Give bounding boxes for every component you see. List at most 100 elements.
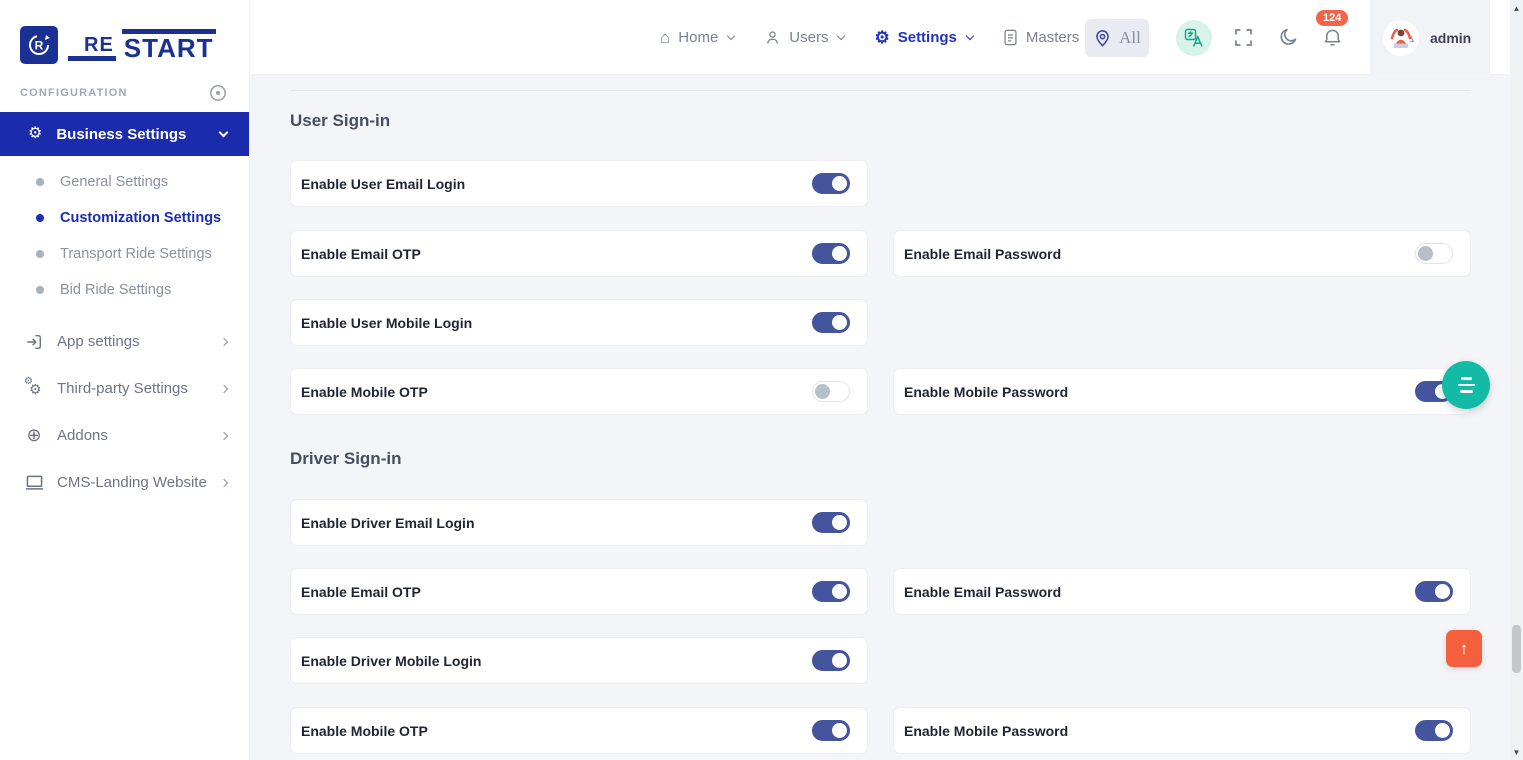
- user-menu[interactable]: admin: [1370, 0, 1490, 75]
- brand-wordmark: RE START: [68, 29, 216, 61]
- sidebar-item-label: General Settings: [60, 174, 168, 190]
- gear-icon: ⚙: [874, 29, 889, 46]
- toggle-switch[interactable]: [812, 312, 850, 333]
- sidebar-item-general-settings[interactable]: General Settings: [0, 164, 249, 200]
- sidebar-item-customization-settings[interactable]: Customization Settings: [0, 200, 249, 236]
- toggle-switch[interactable]: [1415, 581, 1453, 602]
- third-party-icon: ⚙⚙: [24, 379, 44, 399]
- toggle-switch[interactable]: [812, 650, 850, 671]
- settings-row: Enable User Email Login: [290, 160, 1471, 207]
- language-switcher-button[interactable]: [1176, 20, 1212, 56]
- sidebar-item-cms-landing-website[interactable]: CMS-Landing Website: [0, 459, 249, 506]
- toggle-knob: [832, 584, 847, 599]
- chevron-right-icon: [220, 431, 228, 439]
- toggle-knob: [832, 176, 847, 191]
- toggle-knob: [832, 723, 847, 738]
- toggle-switch[interactable]: [812, 243, 850, 264]
- setting-card: Enable User Email Login: [290, 160, 868, 207]
- setting-label: Enable User Mobile Login: [301, 315, 472, 331]
- chevron-right-icon: [220, 478, 228, 486]
- toggle-switch[interactable]: [812, 720, 850, 741]
- brand-prefix: RE: [68, 35, 116, 61]
- toggle-knob: [1435, 723, 1450, 738]
- setting-card: Enable Driver Email Login: [290, 499, 868, 546]
- setting-card: Enable Mobile Password: [893, 368, 1471, 415]
- setting-card: Enable Email OTP: [290, 230, 868, 277]
- nav-home[interactable]: ⌂ Home: [660, 29, 734, 46]
- sidebar-item-app-settings[interactable]: App settings: [0, 318, 249, 365]
- setting-label: Enable Mobile OTP: [301, 384, 428, 400]
- main-nav: ⌂ Home Users ⚙ Settings: [660, 0, 1095, 75]
- setting-card: Enable Email OTP: [290, 568, 868, 615]
- toggle-knob: [815, 384, 830, 399]
- setting-card: Enable Mobile OTP: [290, 707, 868, 754]
- customizer-fab-button[interactable]: [1442, 361, 1490, 409]
- notifications-button[interactable]: [1322, 27, 1343, 48]
- app-window: R RE START CONFIGURATION ⚙ Business Sett…: [0, 0, 1523, 760]
- scrollbar-up-arrow[interactable]: ▲: [1510, 4, 1523, 13]
- document-icon: [1003, 29, 1018, 46]
- sidebar-section-header: CONFIGURATION: [0, 72, 249, 112]
- scrollbar-down-arrow[interactable]: ▼: [1510, 748, 1523, 757]
- nav-settings[interactable]: ⚙ Settings: [874, 29, 972, 46]
- toggle-switch[interactable]: [812, 173, 850, 194]
- svg-text:R: R: [35, 39, 44, 53]
- main-content: User Sign-in Enable User Email Login Ena…: [250, 75, 1510, 760]
- notification-badge: 124: [1316, 10, 1348, 26]
- topbar: ⌂ Home Users ⚙ Settings: [250, 0, 1510, 75]
- chevron-down-icon: [966, 32, 974, 40]
- sidebar-item-label: Addons: [57, 427, 208, 444]
- settings-row: Enable Driver Mobile Login: [290, 637, 1471, 684]
- scrollbar-thumb[interactable]: [1512, 625, 1521, 673]
- setting-label: Enable Email OTP: [301, 584, 421, 600]
- toggle-switch[interactable]: [1415, 243, 1453, 264]
- page-scrollbar[interactable]: ▲ ▼: [1510, 0, 1523, 760]
- brand-suffix: START: [122, 29, 216, 61]
- toggle-switch[interactable]: [812, 381, 850, 402]
- setting-label: Enable Driver Email Login: [301, 515, 475, 531]
- nav-masters[interactable]: Masters: [1003, 29, 1095, 46]
- nav-users[interactable]: Users: [764, 29, 844, 46]
- sidebar-item-label: Bid Ride Settings: [60, 282, 171, 298]
- sidebar-item-addons[interactable]: ⊕ Addons: [0, 412, 249, 459]
- toggle-knob: [832, 653, 847, 668]
- bullet-icon: [36, 250, 44, 258]
- toggle-switch[interactable]: [1415, 720, 1453, 741]
- setting-label: Enable Driver Mobile Login: [301, 653, 481, 669]
- brand-logo-icon: R: [20, 26, 58, 64]
- sidebar-pin-icon[interactable]: [209, 84, 227, 102]
- sidebar-item-label: Third-party Settings: [57, 380, 208, 397]
- sidebar-item-transport-ride-settings[interactable]: Transport Ride Settings: [0, 236, 249, 272]
- nav-label: Users: [789, 29, 828, 46]
- users-icon: [764, 29, 781, 46]
- scroll-to-top-button[interactable]: ↑: [1446, 630, 1482, 667]
- gear-icon: ⚙: [28, 126, 42, 142]
- toggle-knob: [1418, 246, 1433, 261]
- bullet-icon: [36, 178, 44, 186]
- settings-row: Enable Driver Email Login: [290, 499, 1471, 546]
- sidebar-item-label: Customization Settings: [60, 210, 221, 226]
- setting-card: Enable Driver Mobile Login: [290, 637, 868, 684]
- bullet-icon: [36, 286, 44, 294]
- dark-mode-button[interactable]: [1279, 27, 1299, 47]
- brand-logo[interactable]: R RE START: [0, 0, 249, 72]
- sidebar-item-business-settings[interactable]: ⚙ Business Settings: [0, 112, 249, 156]
- sidebar-item-label: Business Settings: [56, 126, 206, 143]
- home-icon: ⌂: [660, 29, 670, 46]
- location-filter-value: All: [1119, 28, 1141, 48]
- location-filter-select[interactable]: All: [1085, 19, 1149, 57]
- setting-label: Enable User Email Login: [301, 176, 465, 192]
- settings-row: Enable Email OTP Enable Email Password: [290, 230, 1471, 277]
- toggle-switch[interactable]: [812, 512, 850, 533]
- sidebar-item-third-party-settings[interactable]: ⚙⚙ Third-party Settings: [0, 365, 249, 412]
- configuration-label: CONFIGURATION: [20, 87, 128, 99]
- toggle-switch[interactable]: [812, 581, 850, 602]
- bullet-icon: [36, 214, 44, 222]
- setting-card: Enable Email Password: [893, 568, 1471, 615]
- setting-label: Enable Mobile Password: [904, 384, 1068, 400]
- fullscreen-button[interactable]: [1235, 29, 1252, 46]
- toggle-knob: [832, 515, 847, 530]
- toggle-knob: [832, 246, 847, 261]
- sidebar-item-bid-ride-settings[interactable]: Bid Ride Settings: [0, 272, 249, 308]
- settings-row: Enable User Mobile Login: [290, 299, 1471, 346]
